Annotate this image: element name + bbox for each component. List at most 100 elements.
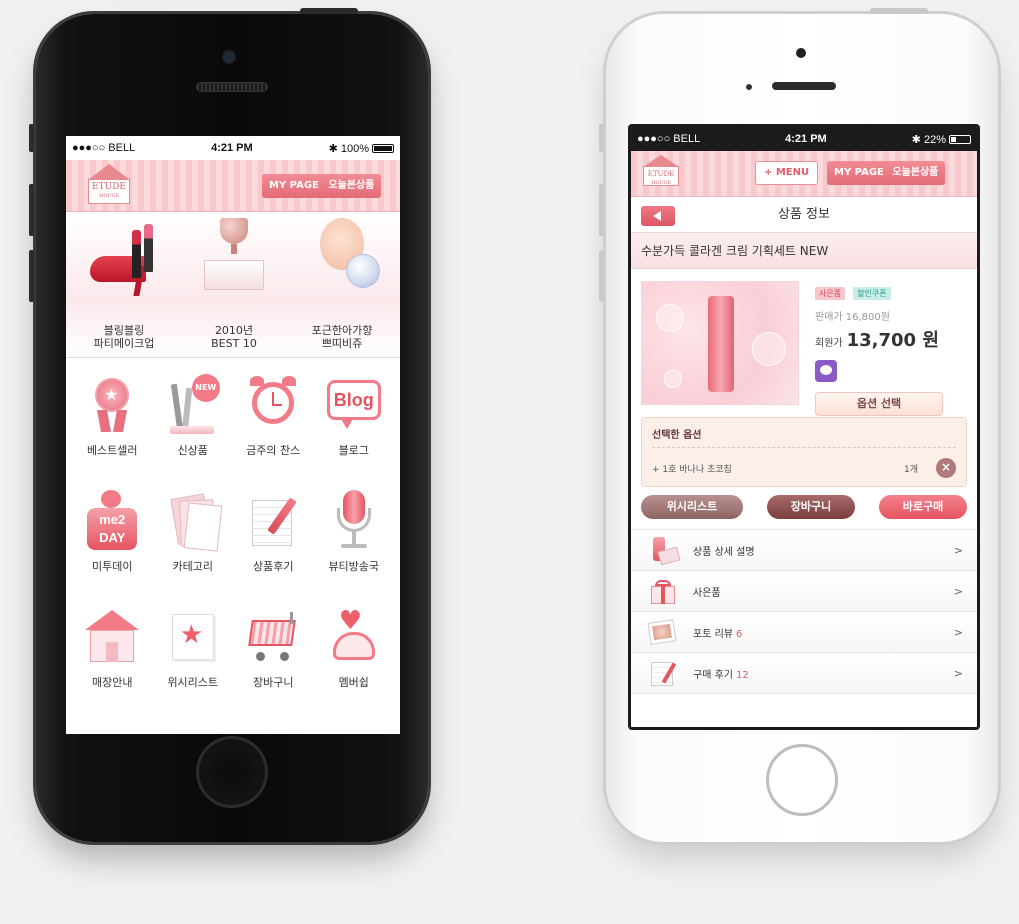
battery-indicator: ✱ 100% — [329, 142, 394, 155]
menu-item-gift[interactable]: 사은품 > — [631, 571, 977, 612]
menu-grid: ★ 베스트셀러 NEW 신상품 금주의 찬스 Blog 블로그 me2 DAY … — [66, 358, 400, 700]
wishlist-icon: ★ — [164, 606, 222, 668]
selected-options: 선택한 옵션 + 1호 바나나 초코칩 1개 × — [641, 417, 967, 487]
remove-option-icon[interactable]: × — [936, 458, 956, 478]
option-select-button[interactable]: 옵션 선택 — [815, 392, 943, 416]
grid-label: 매장안내 — [92, 676, 133, 689]
action-buttons: 위시리스트 장바구니 바로구매 — [631, 487, 977, 519]
pedestal-icon — [204, 260, 264, 290]
member-price-row: 회원가 13,700 원 — [815, 326, 955, 352]
grid-label: 멤버쉽 — [338, 676, 369, 689]
menu-item-label: 사은품 — [693, 587, 721, 599]
volume-down-button — [599, 250, 604, 302]
back-button[interactable] — [641, 206, 675, 226]
status-bar: ●●●○○ BELL 4:21 PM ✱ 100% — [66, 136, 400, 160]
carrier-label: ●●●○○ BELL — [637, 133, 701, 145]
power-button — [300, 8, 358, 14]
black-phone: ●●●○○ BELL 4:21 PM ✱ 100% ETUDE HOUSE MY … — [29, 8, 428, 842]
clock: 4:21 PM — [785, 133, 827, 145]
grid-item-bestseller[interactable]: ★ 베스트셀러 — [72, 366, 153, 468]
medal-icon: ★ — [83, 374, 141, 436]
grid-item-reviews[interactable]: 상품후기 — [233, 482, 314, 584]
etude-logo[interactable]: ETUDE HOUSE — [639, 155, 685, 191]
me2day-icon: me2 DAY — [83, 490, 141, 552]
clock: 4:21 PM — [211, 142, 253, 154]
coupon-tag: 할인쿠폰 — [853, 287, 891, 300]
grid-item-beauty-broadcast[interactable]: 뷰티방송국 — [314, 482, 395, 584]
talk-icon[interactable] — [815, 360, 837, 382]
cart-icon — [244, 606, 302, 668]
lipstick-icon — [132, 230, 141, 278]
grid-label: 위시리스트 — [167, 676, 219, 689]
chevron-right-icon: > — [953, 625, 963, 639]
title-bar: 상품 정보 — [631, 197, 977, 233]
etude-logo[interactable]: ETUDE HOUSE — [78, 164, 140, 208]
member-price: 13,700 원 — [846, 330, 939, 351]
grid-item-blog[interactable]: Blog 블로그 — [314, 366, 395, 468]
home-button[interactable] — [766, 744, 838, 816]
grid-item-membership[interactable]: ♥ 멤버쉽 — [314, 598, 395, 700]
proximity-sensor — [746, 84, 752, 90]
wishlist-button[interactable]: 위시리스트 — [641, 495, 743, 519]
menu-item-product-detail[interactable]: 상품 상세 설명 > — [631, 530, 977, 571]
volume-down-button — [29, 250, 34, 302]
grid-item-category[interactable]: 카테고리 — [153, 482, 234, 584]
home-button[interactable] — [196, 736, 268, 808]
review-count: 12 — [735, 669, 749, 681]
menu-item-label: 포토 리뷰 6 — [693, 628, 743, 640]
earpiece-speaker — [196, 82, 268, 92]
selected-option-qty: 1개 — [903, 464, 918, 475]
mypage-button[interactable]: MY PAGE 오늘본상품 — [262, 174, 382, 198]
menu-item-purchase-review[interactable]: 구매 후기 12 > — [631, 653, 977, 694]
product-name: 수분가득 콜라겐 크림 기획세트 NEW — [631, 233, 977, 269]
product-detail-icon — [645, 535, 681, 566]
purchase-review-icon — [645, 658, 679, 688]
menu-button[interactable]: + MENU — [755, 161, 819, 185]
grid-item-weekly-chance[interactable]: 금주의 찬스 — [233, 366, 314, 468]
chevron-right-icon: > — [953, 666, 963, 680]
page-title: 상품 정보 — [778, 207, 830, 222]
grid-label: 블로그 — [338, 444, 369, 457]
white-phone: ●●●○○ BELL 4:21 PM ✱ 22% ETUDE HOUSE + ME… — [599, 8, 998, 842]
grid-item-store-info[interactable]: 매장안내 — [72, 598, 153, 700]
original-price: 판매가 16,800원 — [815, 312, 890, 323]
mypage-label: MY PAGE — [269, 180, 319, 191]
power-button — [870, 8, 928, 14]
category-icon — [164, 490, 223, 552]
grid-item-wishlist[interactable]: ★ 위시리스트 — [153, 598, 234, 700]
menu-item-photo-review[interactable]: 포토 리뷰 6 > — [631, 612, 977, 653]
front-camera — [224, 52, 234, 62]
grid-item-new-products[interactable]: NEW 신상품 — [153, 366, 234, 468]
microphone-icon — [325, 490, 383, 552]
grid-item-me2day[interactable]: me2 DAY 미투데이 — [72, 482, 153, 584]
member-price-label: 회원가 — [815, 338, 843, 349]
membership-icon: ♥ — [325, 606, 383, 668]
recently-viewed-label: 오늘본상품 — [328, 180, 375, 191]
gift-tag: 사은품 — [815, 287, 846, 300]
battery-percent: 22% — [923, 133, 946, 146]
battery-percent: 100% — [340, 142, 369, 155]
detail-menu: 상품 상세 설명 > 사은품 > 포토 리뷰 6 > 구매 후기 12 > — [631, 529, 977, 694]
home-screen: ●●●○○ BELL 4:21 PM ✱ 100% ETUDE HOUSE MY … — [66, 136, 400, 734]
app-header: ETUDE HOUSE MY PAGE 오늘본상품 — [66, 160, 400, 212]
grid-label: 신상품 — [177, 444, 208, 457]
grid-label: 카테고리 — [172, 560, 213, 573]
banner-label: 블링블링 파티메이크업 — [93, 324, 155, 350]
buy-now-button[interactable]: 바로구매 — [879, 495, 967, 519]
carrier-label: ●●●○○ BELL — [72, 142, 136, 154]
banner-petit-bijou[interactable]: 포근한아가향 쁘띠비쥬 — [292, 212, 392, 358]
product-image[interactable] — [641, 281, 799, 405]
banner-best10[interactable]: 2010년 BEST 10 — [184, 212, 284, 358]
store-icon — [83, 606, 141, 668]
new-product-icon: NEW — [164, 374, 222, 436]
app-header: ETUDE HOUSE + MENU MY PAGE 오늘본상품 — [631, 151, 977, 197]
grid-item-cart[interactable]: 장바구니 — [233, 598, 314, 700]
perfume-icon — [346, 254, 380, 288]
price-box: 사은품 할인쿠폰 판매가 16,800원 회원가 13,700 원 옵션 선택 — [815, 281, 955, 416]
banner-party-makeup[interactable]: 블링블링 파티메이크업 — [74, 212, 174, 358]
selected-option-row: + 1호 바나나 초코칩 1개 × — [652, 458, 956, 478]
cart-button[interactable]: 장바구니 — [767, 495, 855, 519]
alarm-clock-icon — [244, 374, 302, 436]
mypage-button[interactable]: MY PAGE 오늘본상품 — [827, 161, 946, 185]
cream-bottle-icon — [708, 296, 734, 392]
